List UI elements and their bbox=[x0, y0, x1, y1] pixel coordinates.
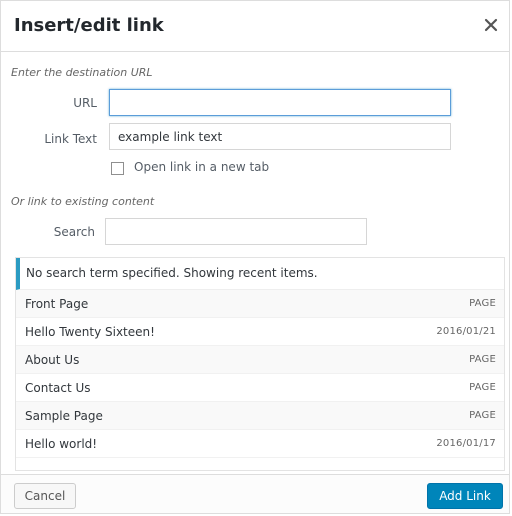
cancel-button[interactable]: Cancel bbox=[14, 483, 76, 509]
dialog-footer: Cancel Add Link bbox=[1, 474, 509, 513]
list-item[interactable]: About Us PAGE bbox=[16, 346, 504, 374]
open-new-tab-label[interactable]: Open link in a new tab bbox=[134, 160, 269, 174]
list-item-title: Sample Page bbox=[25, 409, 103, 423]
list-item-info: PAGE bbox=[469, 382, 496, 393]
list-item-title: Front Page bbox=[25, 297, 89, 311]
close-icon[interactable] bbox=[481, 15, 501, 35]
list-item-info: PAGE bbox=[469, 298, 496, 309]
dialog-header: Insert/edit link bbox=[1, 1, 509, 52]
open-new-tab-checkbox[interactable] bbox=[111, 162, 124, 175]
list-item-info: 2016/01/17 bbox=[436, 438, 496, 449]
list-item-title: Hello Twenty Sixteen! bbox=[25, 325, 155, 339]
url-label: URL bbox=[73, 96, 97, 110]
list-item-title: Contact Us bbox=[25, 381, 91, 395]
insert-link-dialog: Insert/edit link Enter the destination U… bbox=[0, 0, 510, 514]
search-section-hint: Or link to existing content bbox=[11, 195, 155, 208]
list-item-info: PAGE bbox=[469, 410, 496, 421]
list-item-title: About Us bbox=[25, 353, 80, 367]
url-input[interactable] bbox=[109, 89, 451, 116]
add-link-button[interactable]: Add Link bbox=[427, 483, 503, 509]
search-input[interactable] bbox=[105, 218, 367, 245]
search-label: Search bbox=[53, 225, 95, 239]
list-item-info: 2016/01/21 bbox=[436, 326, 496, 337]
list-item-title: Hello world! bbox=[25, 437, 98, 451]
list-item[interactable]: Sample Page PAGE bbox=[16, 402, 504, 430]
url-section-hint: Enter the destination URL bbox=[11, 66, 153, 79]
dialog-title: Insert/edit link bbox=[14, 15, 164, 36]
list-item[interactable]: Hello world! 2016/01/17 bbox=[16, 430, 504, 458]
list-item-info: PAGE bbox=[469, 354, 496, 365]
link-text-input[interactable] bbox=[109, 123, 451, 150]
results-list: No search term specified. Showing recent… bbox=[15, 257, 505, 471]
list-item[interactable]: Front Page PAGE bbox=[16, 290, 504, 318]
results-notice: No search term specified. Showing recent… bbox=[16, 258, 504, 290]
link-text-label: Link Text bbox=[44, 132, 97, 146]
list-item[interactable]: Contact Us PAGE bbox=[16, 374, 504, 402]
list-item[interactable]: Hello Twenty Sixteen! 2016/01/21 bbox=[16, 318, 504, 346]
